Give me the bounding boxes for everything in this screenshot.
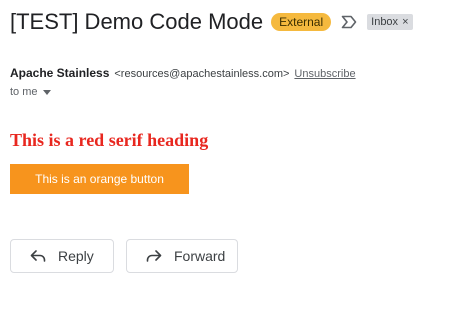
recipients-toggle[interactable]: to me [10,86,51,98]
reply-button[interactable]: Reply [10,239,114,273]
unsubscribe-link[interactable]: Unsubscribe [294,68,355,80]
sender-name: Apache Stainless [10,66,110,80]
caret-down-icon [42,89,51,95]
orange-button[interactable]: This is an orange button [10,164,189,194]
recipients-label: to me [10,86,38,98]
email-view: [TEST] Demo Code Mode External Inbox × A… [0,0,449,313]
reply-label: Reply [58,248,94,264]
inbox-label: Inbox [371,16,399,28]
inbox-label-chip: Inbox × [367,14,413,30]
body-heading: This is a red serif heading [10,130,209,150]
reply-arrow-icon [29,247,47,265]
subject-row: [TEST] Demo Code Mode External Inbox × [10,9,413,35]
forward-button[interactable]: Forward [126,239,238,273]
forward-label: Forward [174,248,226,264]
forward-arrow-icon [145,247,163,265]
remove-label-icon[interactable]: × [402,14,408,30]
important-marker-icon[interactable] [341,15,357,29]
email-subject: [TEST] Demo Code Mode [10,9,264,34]
sender-row: Apache Stainless <resources@apachestainl… [10,66,356,80]
sender-email: <resources@apachestainless.com> [114,68,290,80]
external-badge: External [271,13,332,31]
